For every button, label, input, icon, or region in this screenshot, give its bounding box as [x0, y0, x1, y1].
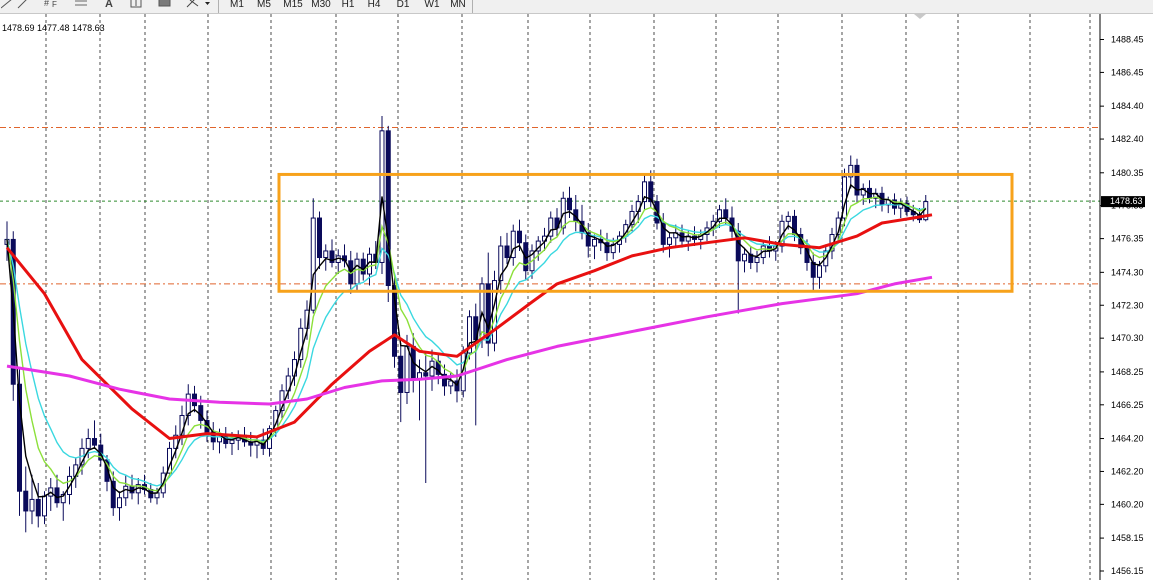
channel-icon[interactable]	[74, 0, 94, 11]
rectangle-icon[interactable]	[158, 0, 172, 11]
price-label: 1462.20	[1111, 466, 1144, 476]
candle-body	[23, 490, 29, 512]
svg-text:F: F	[52, 0, 57, 9]
candle-body	[423, 372, 429, 377]
price-label: 1466.25	[1111, 400, 1144, 410]
horizontal-levels	[0, 127, 1100, 285]
current-price-tag: 1478.63	[1101, 196, 1145, 208]
price-label: 1464.20	[1111, 434, 1144, 444]
text-label-icon[interactable]	[130, 0, 143, 11]
candle-body	[567, 197, 572, 211]
price-axis: 1488.45 1486.45 1484.40 1482.40 1480.35 1478.…	[1100, 35, 1144, 576]
price-label: 1460.20	[1111, 499, 1144, 509]
price-label: 1456.15	[1111, 566, 1144, 576]
candle-body	[92, 438, 97, 446]
timeframe-h1[interactable]: H1	[341, 0, 355, 12]
price-label: 1474.30	[1111, 267, 1144, 277]
price-label: 1468.25	[1111, 367, 1144, 377]
candle-body	[504, 245, 510, 259]
shapes-dropdown-icon[interactable]	[186, 0, 212, 11]
candle-body	[310, 217, 316, 311]
toolbar: # F A M1 M5 M15 M30 H1 H4 D1 W1 MN	[0, 0, 1153, 14]
text-tool-icon[interactable]: A	[105, 0, 113, 11]
candle-body	[667, 237, 672, 245]
current-price-label: 1478.63	[1110, 196, 1143, 206]
price-label: 1484.40	[1111, 101, 1144, 111]
candle-body	[742, 253, 747, 262]
candle-body	[398, 355, 404, 393]
timeframe-m30[interactable]: M30	[310, 0, 332, 12]
candle-body	[592, 238, 597, 247]
price-label: 1486.45	[1111, 67, 1144, 77]
timeframe-w1[interactable]: W1	[423, 0, 441, 12]
chart-grid	[45, 14, 1091, 580]
candle-body	[85, 438, 91, 449]
candle-body	[229, 439, 235, 444]
candlesticks	[4, 116, 929, 533]
candle-body	[817, 265, 822, 278]
candle-body	[54, 487, 60, 504]
timeframe-m5[interactable]: M5	[256, 0, 272, 12]
candle-body	[354, 258, 360, 285]
timeframe-h4[interactable]: H4	[367, 0, 381, 12]
price-label: 1470.30	[1111, 333, 1144, 343]
price-label: 1472.30	[1111, 300, 1144, 310]
candle-body	[29, 498, 35, 512]
timeframe-m15[interactable]: M15	[282, 0, 304, 12]
price-label: 1488.45	[1111, 35, 1144, 45]
price-label: 1476.35	[1111, 234, 1144, 244]
timeframe-mn[interactable]: MN	[449, 0, 467, 12]
timeframe-d1[interactable]: D1	[395, 0, 411, 12]
price-label: 1480.35	[1111, 168, 1144, 178]
timeframe-m1[interactable]: M1	[229, 0, 245, 12]
draw-line-icon[interactable]	[0, 0, 13, 11]
price-chart[interactable]: 1488.45 1486.45 1484.40 1482.40 1480.35 1478.…	[0, 14, 1153, 580]
candle-body	[117, 497, 122, 509]
candle-body	[517, 230, 522, 244]
ohlc-readout: 1478.69 1477.48 1478.63	[2, 23, 105, 33]
price-label: 1482.40	[1111, 134, 1144, 144]
candle-body	[123, 485, 129, 499]
candle-body	[317, 217, 322, 259]
trendline-icon[interactable]	[17, 0, 29, 11]
chart-shift-marker-icon	[914, 14, 926, 19]
candle-body	[35, 498, 41, 517]
candle-body	[360, 258, 366, 275]
candle-body	[42, 495, 47, 517]
candle-body	[323, 250, 329, 259]
candle-body	[723, 209, 729, 219]
candle-body	[785, 215, 791, 222]
candle-body	[385, 130, 391, 287]
price-label: 1458.15	[1111, 533, 1144, 543]
candle-body	[754, 257, 760, 263]
svg-text:#: #	[44, 0, 49, 8]
candle-body	[404, 345, 410, 393]
fibonacci-icon[interactable]: # F	[44, 0, 64, 11]
